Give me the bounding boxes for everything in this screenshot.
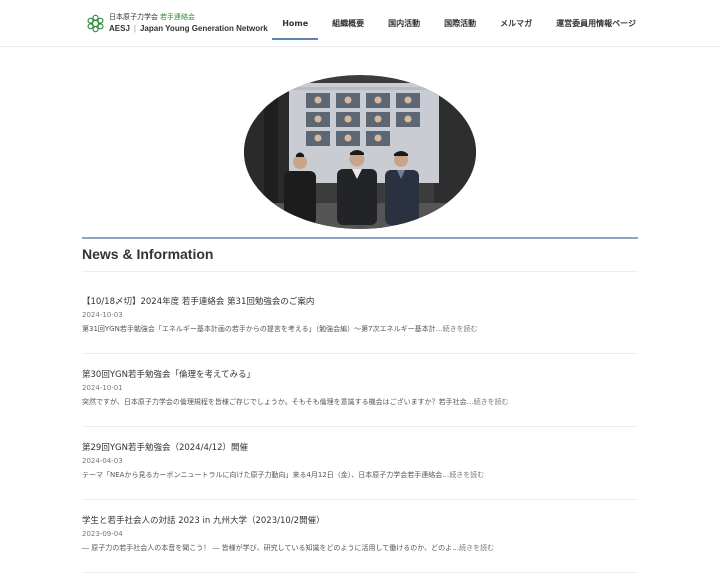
news-item-excerpt-text: 突然ですが、日本原子力学会の倫理規程を皆様ご存じでしょうか。そもそも倫理を意識す… [82, 398, 474, 406]
news-item-date: 2024-10-03 [82, 311, 123, 319]
news-item: 第29回YGN若手勉強会（2024/4/12）開催 2024-04-03 テーマ… [82, 437, 638, 500]
news-item-title[interactable]: 第30回YGN若手勉強会「倫理を考えてみる」 [82, 368, 255, 380]
news-item: 【10/18〆切】2024年度 若手連絡会 第31回勉強会のご案内 2024-1… [82, 291, 638, 354]
nav-newsletter[interactable]: メルマガ [498, 18, 534, 29]
logo-separator: | [133, 24, 136, 33]
main-nav: Home 組織概要 国内活動 国際活動 メルマガ 運営委員用情報ページ [272, 0, 638, 46]
news-item: 第30回YGN若手勉強会「倫理を考えてみる」 2024-10-01 突然ですが、… [82, 364, 638, 427]
news-list: 【10/18〆切】2024年度 若手連絡会 第31回勉強会のご案内 2024-1… [82, 291, 638, 573]
section-top-rule [82, 237, 638, 239]
logo-ygn-english: Japan Young Generation Network [139, 24, 268, 33]
read-more-link[interactable]: 続きを読む [443, 325, 478, 333]
news-item-title[interactable]: 学生と若手社会人の対話 2023 in 九州大学（2023/10/2開催） [82, 514, 325, 526]
news-item-excerpt-text: テーマ「NEAから見るカーボンニュートラルに向けた原子力動向」来る4月12日（金… [82, 471, 450, 479]
logo-org-name: 日本原子力学会 若手連絡会 [109, 13, 195, 22]
news-item-excerpt: 第31回YGN若手勉強会「エネルギー基本計画の若手からの提言を考える」（勉強会編… [82, 324, 478, 334]
news-item-excerpt-text: ― 原子力の若手社会人の本音を聞こう！ ― 皆様が学び、研究している知識をどのよ… [82, 544, 460, 552]
news-item-title[interactable]: 第29回YGN若手勉強会（2024/4/12）開催 [82, 441, 248, 453]
news-item: 学生と若手社会人の対話 2023 in 九州大学（2023/10/2開催） 20… [82, 510, 638, 573]
news-item-excerpt: 突然ですが、日本原子力学会の倫理規程を皆様ご存じでしょうか。そもそも倫理を意識す… [82, 397, 509, 407]
news-item-excerpt: テーマ「NEAから見るカーボンニュートラルに向けた原子力動向」来る4月12日（金… [82, 470, 484, 480]
nav-international[interactable]: 国際活動 [442, 18, 478, 29]
atom-logo-icon [87, 14, 104, 33]
site-header: 日本原子力学会 若手連絡会 AESJ | Japan Young Generation… [0, 0, 720, 47]
read-more-link[interactable]: 続きを読む [474, 398, 509, 406]
news-item-date: 2024-04-03 [82, 457, 123, 465]
nav-organization[interactable]: 組織概要 [330, 18, 366, 29]
news-item-date: 2024-10-01 [82, 384, 123, 392]
news-item-title[interactable]: 【10/18〆切】2024年度 若手連絡会 第31回勉強会のご案内 [82, 295, 314, 307]
news-item-excerpt: ― 原子力の若手社会人の本音を聞こう！ ― 皆様が学び、研究している知識をどのよ… [82, 543, 494, 553]
read-more-link[interactable]: 続きを読む [459, 544, 494, 552]
nav-committee-info[interactable]: 運営委員用情報ページ [554, 18, 638, 29]
hero-group-photo [244, 75, 476, 229]
section-title-divider [82, 271, 638, 272]
logo-ygn-name: 若手連絡会 [160, 13, 195, 21]
logo-society-name: 日本原子力学会 [109, 13, 158, 21]
logo-english-name: AESJ | Japan Young Generation Network [109, 23, 268, 34]
logo-aesj: AESJ [109, 24, 130, 33]
nav-home[interactable]: Home [272, 19, 319, 40]
news-section-title: News & Information [82, 246, 214, 262]
read-more-link[interactable]: 続きを読む [449, 471, 484, 479]
news-item-excerpt-text: 第31回YGN若手勉強会「エネルギー基本計画の若手からの提言を考える」（勉強会編… [82, 325, 443, 333]
nav-domestic[interactable]: 国内活動 [386, 18, 422, 29]
group-photo-image [244, 75, 476, 229]
site-logo[interactable]: 日本原子力学会 若手連絡会 AESJ | Japan Young Generation… [86, 13, 276, 35]
news-item-date: 2023-09-04 [82, 530, 123, 538]
